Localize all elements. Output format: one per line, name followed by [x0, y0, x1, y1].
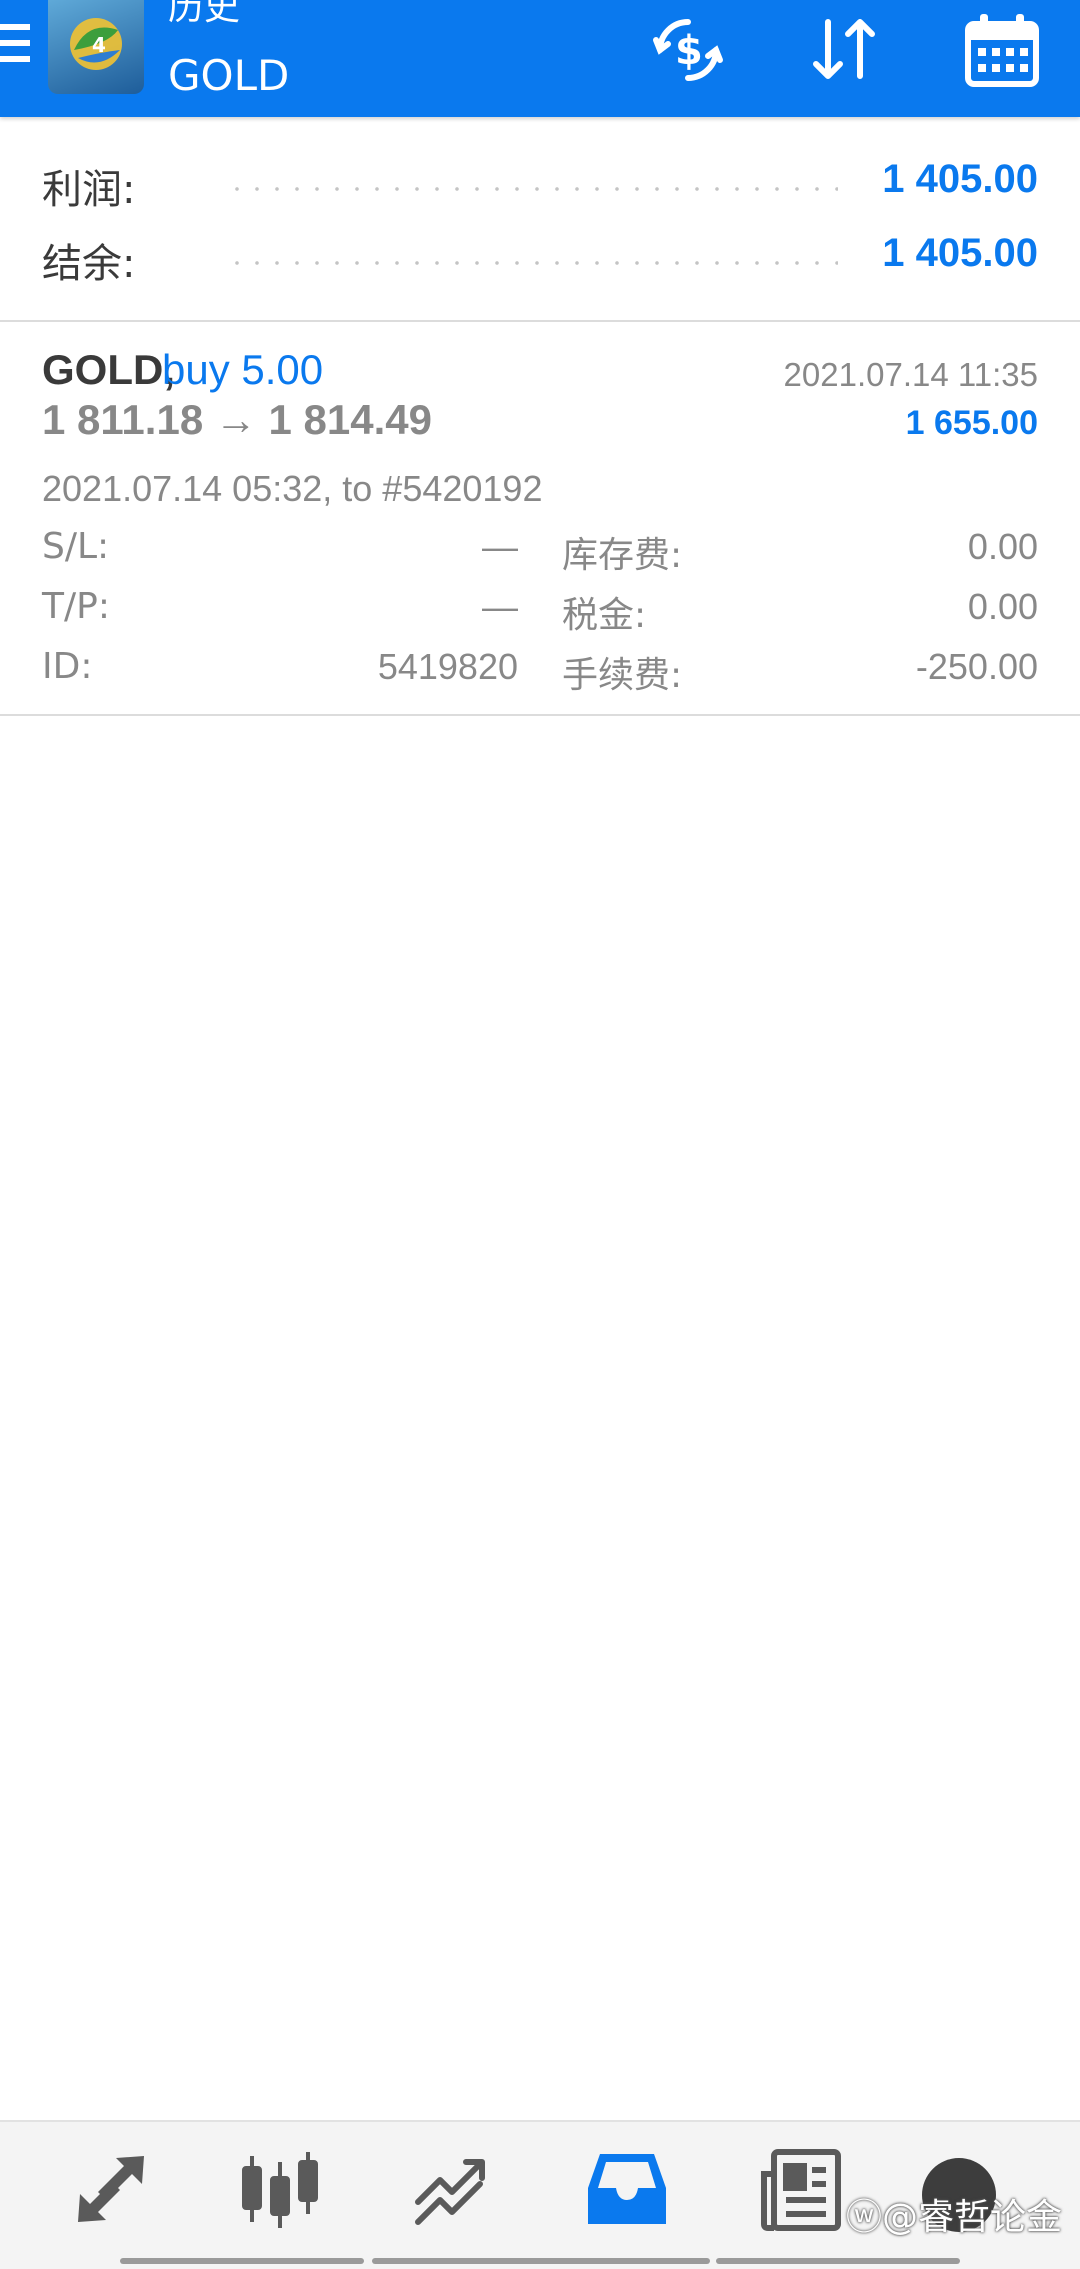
nav-indicator [372, 2258, 710, 2264]
weibo-icon: ⓦ [846, 2197, 883, 2238]
nav-indicator [120, 2258, 364, 2264]
tax-label: 税金: [562, 595, 647, 636]
nav-indicator [716, 2258, 960, 2264]
history-summary: 利润: 1 405.00 结余: 1 405.00 [0, 117, 1080, 322]
trade-symbol: GOLD, [42, 346, 175, 393]
trade-icon[interactable] [66, 2144, 156, 2234]
trade-history-item[interactable]: GOLD, buy 5.00 2021.07.14 11:35 1 811.18… [0, 322, 1080, 716]
tp-value: — [482, 586, 518, 627]
watermark-handle: @睿哲论金 [882, 2197, 1063, 2238]
sl-value: — [482, 526, 518, 567]
sl-label: S/L: [42, 526, 110, 567]
menu-icon[interactable] [0, 24, 30, 70]
candlestick-icon[interactable] [236, 2144, 326, 2234]
inbox-icon[interactable] [582, 2144, 672, 2234]
app-bar: 4 历史 GOLD $ [0, 0, 1080, 117]
svg-text:$: $ [675, 28, 703, 74]
calendar-icon[interactable] [962, 10, 1042, 90]
profit-row: 利润: 1 405.00 [42, 151, 1038, 213]
profit-label: 利润: [42, 167, 136, 213]
trade-open-info: 2021.07.14 05:32, to #5420192 [42, 468, 543, 509]
screen-title: GOLD [168, 51, 290, 100]
id-value: 5419820 [377, 646, 518, 687]
trade-profit: 1 655.00 [905, 404, 1038, 442]
chart-line-icon[interactable] [406, 2144, 496, 2234]
svg-text:4: 4 [92, 33, 106, 57]
watermark-text: ⓦ@睿哲论金 [846, 2188, 1062, 2240]
trade-close-time: 2021.07.14 11:35 [783, 356, 1038, 393]
balance-value: 1 405.00 [882, 231, 1038, 275]
currency-exchange-icon[interactable]: $ [648, 10, 728, 90]
profit-value: 1 405.00 [882, 157, 1038, 201]
tax-value: 0.00 [967, 586, 1038, 627]
balance-row: 结余: 1 405.00 [42, 225, 1038, 287]
screen-subtitle: 历史 [168, 0, 241, 28]
trade-prices: 1 811.18 → 1 814.49 [42, 396, 432, 443]
commission-value: -250.00 [915, 646, 1038, 687]
swap-label: 库存费: [562, 535, 683, 576]
commission-label: 手续费: [562, 655, 683, 696]
news-icon[interactable] [756, 2144, 846, 2234]
sort-icon[interactable] [804, 10, 884, 90]
id-label: ID: [42, 646, 93, 687]
dotted-leader [227, 187, 838, 191]
trade-side: buy 5.00 [162, 346, 324, 393]
tp-label: T/P: [42, 586, 110, 627]
dotted-leader [227, 261, 838, 265]
metatrader-logo: 4 [48, 0, 144, 94]
balance-label: 结余: [42, 241, 136, 287]
swap-value: 0.00 [967, 526, 1038, 567]
